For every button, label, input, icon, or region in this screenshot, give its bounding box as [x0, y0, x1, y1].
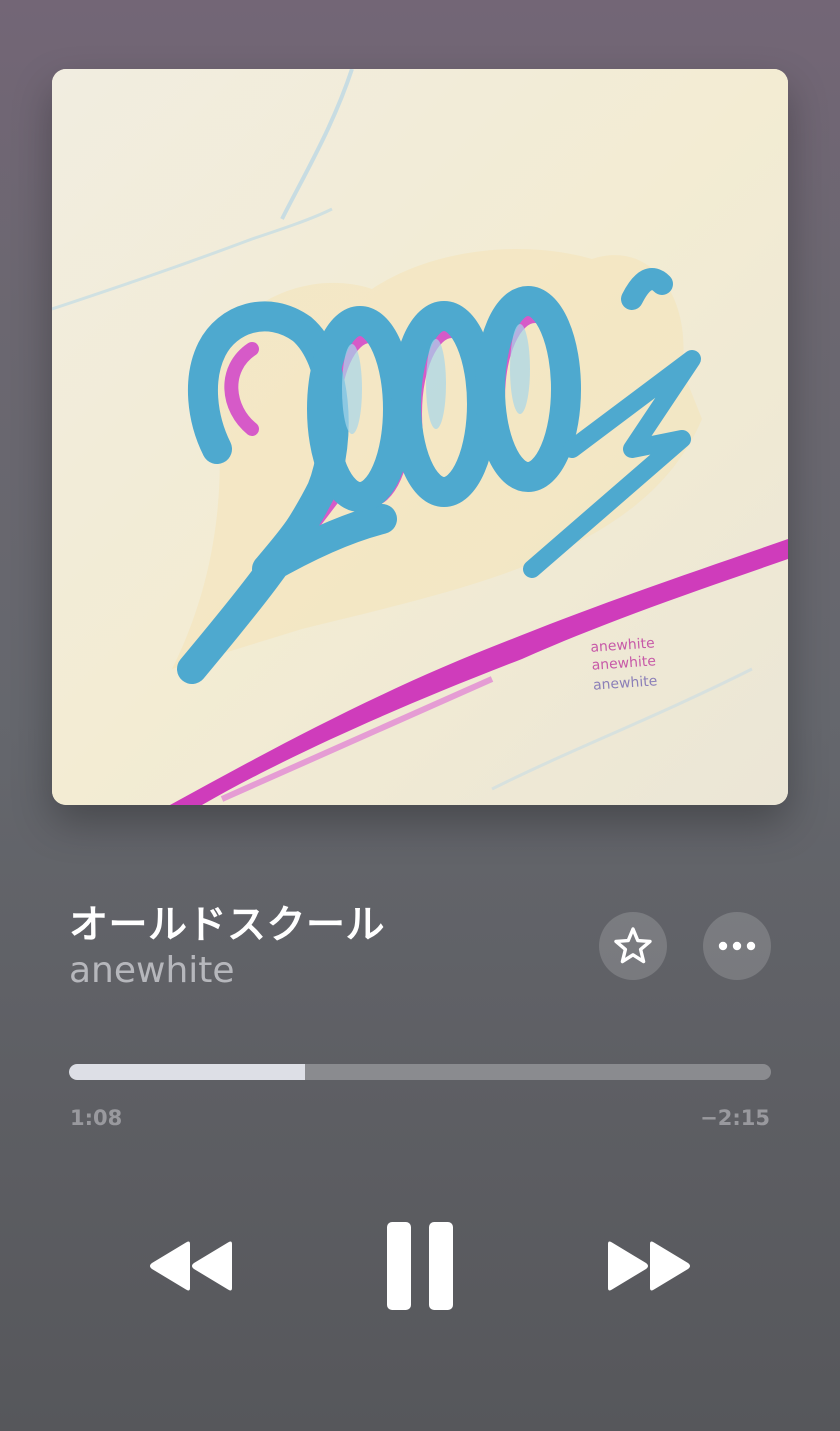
pause-button[interactable] — [380, 1216, 460, 1316]
track-title: オールドスクール — [69, 903, 386, 948]
favorite-button[interactable] — [599, 912, 667, 980]
artist-name[interactable]: anewhite — [69, 950, 235, 991]
more-options-button[interactable] — [703, 912, 771, 980]
pause-icon — [387, 1222, 453, 1310]
playback-progress-fill — [69, 1064, 305, 1080]
playback-scrubber[interactable] — [69, 1064, 771, 1080]
rewind-icon — [150, 1241, 232, 1291]
fast-forward-icon — [608, 1241, 690, 1291]
elapsed-time: 1:08 — [70, 1106, 123, 1130]
remaining-time: −2:15 — [700, 1106, 770, 1130]
ellipsis-icon — [718, 941, 756, 951]
album-artwork: anewhite anewhite anewhite — [52, 69, 788, 805]
rewind-button[interactable] — [140, 1226, 240, 1306]
star-icon — [614, 927, 652, 964]
fast-forward-button[interactable] — [600, 1226, 700, 1306]
